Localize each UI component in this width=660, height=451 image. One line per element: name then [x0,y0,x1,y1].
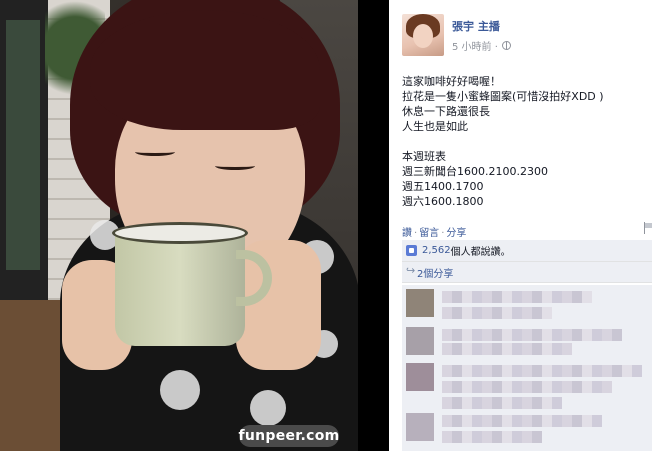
like-link[interactable]: 讚 [402,228,412,239]
globe-icon [501,41,511,50]
flower-print [250,390,286,426]
post-text-gap [402,134,652,149]
action-separator: · [441,228,445,239]
comments-list [402,285,652,451]
author-name[interactable]: 張宇 主播 [452,18,511,34]
comment-blurred [442,415,602,427]
likes-count[interactable]: 2,562 [422,245,451,256]
post-meta: 張宇 主播 5 小時前 · [452,14,511,56]
comment-blurred [442,381,612,393]
comment-avatar [406,413,434,441]
comment-blurred [442,431,542,443]
avatar-face [413,24,433,48]
author-avatar[interactable] [402,14,444,56]
post-text-line: 人生也是如此 [402,120,468,133]
post-text-line: 本週班表 [402,150,446,163]
comment-avatar [406,327,434,355]
share-link[interactable]: 分享 [446,228,466,239]
ufi-box: 2,562 個人都說讚。 2個分享 [402,240,652,283]
post-photo[interactable]: funpeer.com [0,0,358,451]
comment-avatar [406,363,434,391]
post-text-line: 拉花是一隻小蜜蜂圖案(可惜沒拍好XDD ) [402,90,604,103]
post-text-line: 這家咖啡好好喝喔！ [402,75,501,88]
watermark: funpeer.com [238,425,339,447]
post-panel: 張宇 主播 5 小時前 · 這家咖啡好好喝喔！ 拉花是一隻小蜜蜂圖案(可惜沒拍好… [389,0,660,451]
post-text-line: 週三新聞台1600.2100.2300 [402,165,548,178]
post-text-line: 週五1400.1700 [402,180,484,193]
post-text-line: 休息一下路還很長 [402,105,490,118]
likes-row[interactable]: 2,562 個人都說讚。 [402,240,652,261]
flower-print [160,370,200,410]
post-text-line: 週六1600.1800 [402,195,484,208]
comment-blurred [442,291,592,303]
comment-blurred [442,307,552,319]
window-glass [6,20,40,270]
comment-blurred [442,365,642,377]
comment-blurred [442,329,622,341]
flag-icon[interactable] [643,222,653,234]
post-time: 5 小時前 · [452,38,511,53]
likes-suffix: 個人都說讚。 [450,247,511,258]
comment-link[interactable]: 留言 [419,228,439,239]
shares-row[interactable]: 2個分享 [402,261,652,282]
post-text: 這家咖啡好好喝喔！ 拉花是一隻小蜜蜂圖案(可惜沒拍好XDD ) 休息一下路還很長… [402,74,652,209]
eye-left [135,148,175,156]
mug-rim [112,222,248,244]
coffee-mug [115,228,245,346]
share-arrow-icon [406,264,417,277]
post-actions: 讚 · 留言 · 分享 [402,224,652,239]
comment-avatar [406,289,434,317]
bangs [90,10,320,130]
eye-right [215,162,255,170]
shares-count[interactable]: 2個分享 [417,265,453,280]
action-separator: · [414,228,418,239]
comment-blurred [442,343,572,355]
time-text[interactable]: 5 小時前 · [452,38,498,53]
post-header: 張宇 主播 5 小時前 · [402,14,511,56]
comment-blurred [442,397,562,409]
thumbs-up-icon [406,245,417,256]
